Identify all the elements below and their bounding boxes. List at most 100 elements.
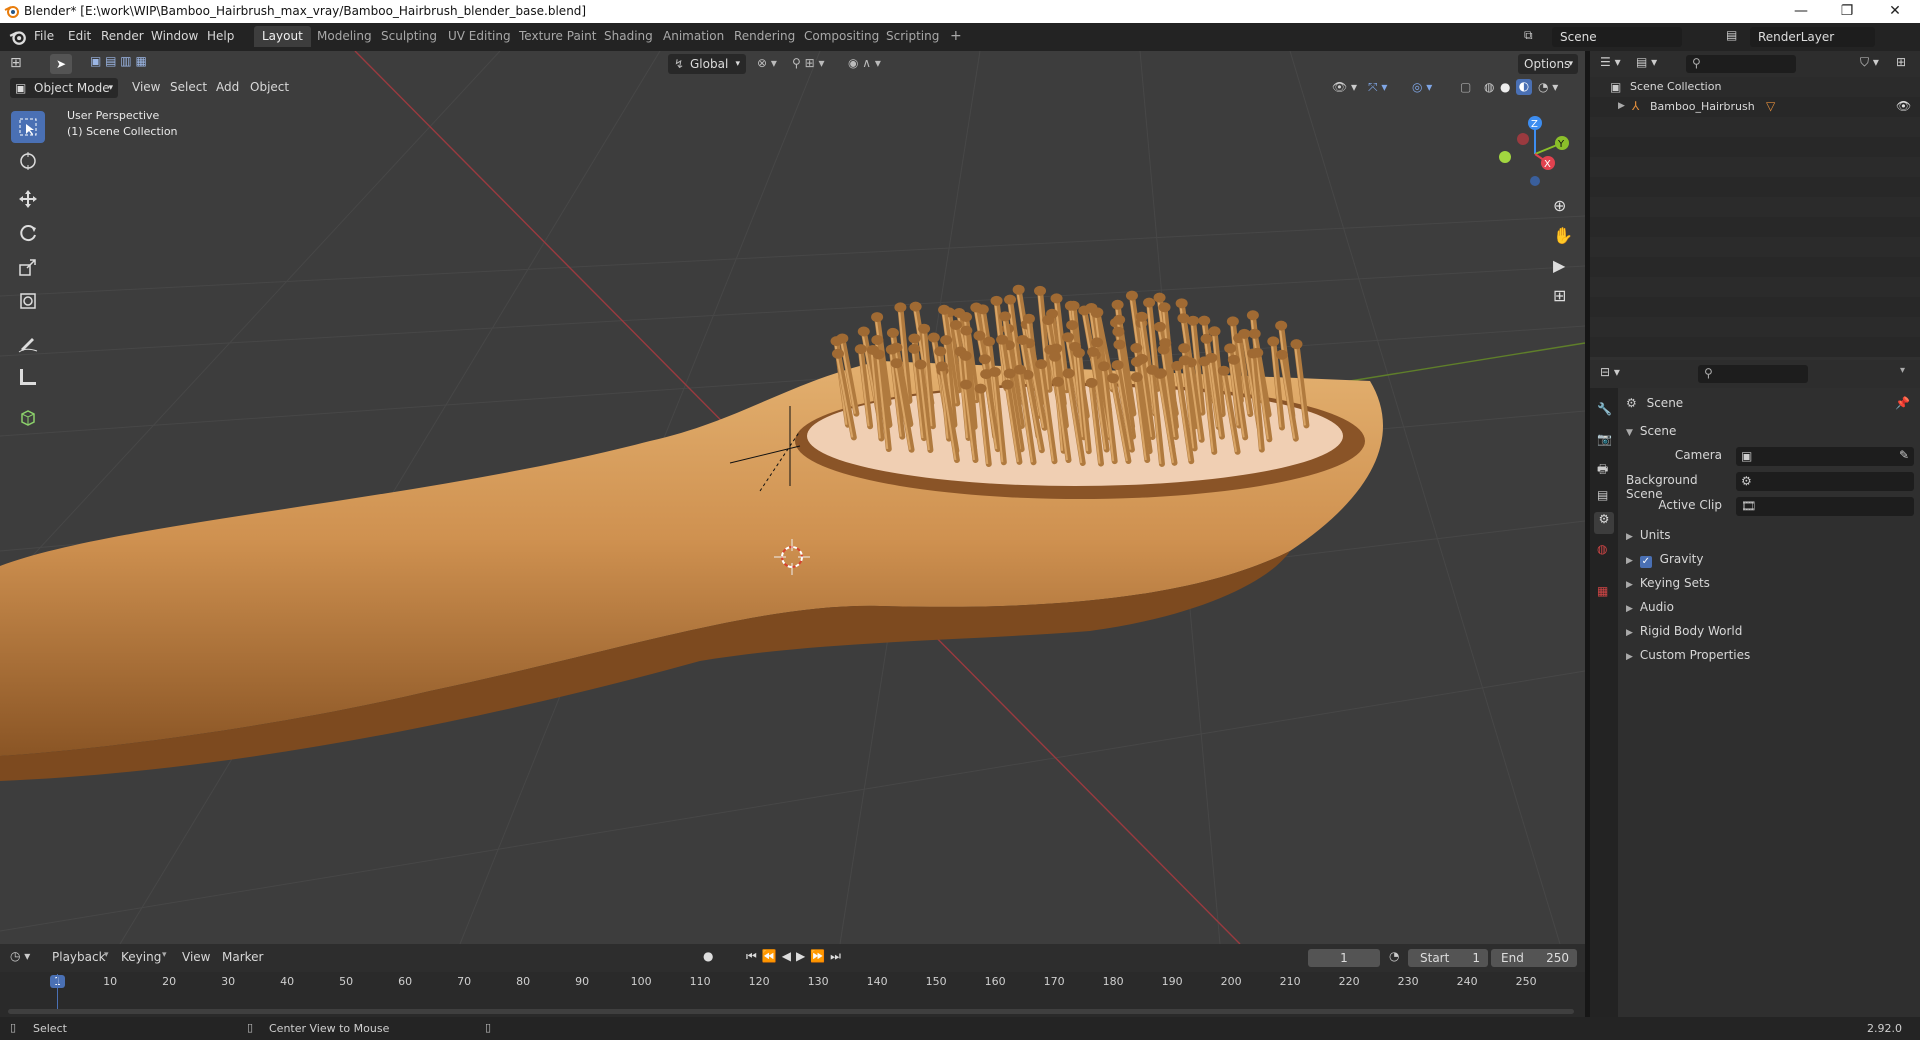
custom-properties-panel-header[interactable]: ▶ Custom Properties	[1626, 648, 1914, 668]
camera-field[interactable]: ▣ ✎	[1736, 447, 1914, 466]
tab-texture-paint[interactable]: Texture Paint	[511, 26, 604, 47]
viewport-menu-select[interactable]: Select	[170, 80, 207, 94]
menu-window[interactable]: Window	[151, 29, 198, 43]
view-layer-field[interactable]: RenderLayer	[1750, 27, 1875, 47]
timeline-menu-playback[interactable]: Playback	[52, 950, 106, 964]
pan-hand-icon[interactable]: ✋	[1553, 226, 1573, 245]
tab-animation[interactable]: Animation	[655, 26, 732, 47]
render-tab-icon[interactable]: 📷	[1597, 432, 1612, 446]
tool-select-box[interactable]	[11, 111, 45, 143]
tab-modeling[interactable]: Modeling	[309, 26, 380, 47]
tool-measure[interactable]	[11, 361, 45, 393]
visibility-eye-icon[interactable]: 👁	[1896, 99, 1911, 113]
timeline-ruler[interactable]: 1102030405060708090100110120130140150160…	[0, 972, 1585, 1017]
pin-icon[interactable]: 📌	[1895, 396, 1910, 410]
tab-sculpting[interactable]: Sculpting	[373, 26, 445, 47]
blender-menu-icon[interactable]	[9, 28, 27, 46]
new-collection-icon[interactable]: ⊞	[1896, 55, 1906, 69]
timeline-menu-keying[interactable]: Keying	[121, 950, 161, 964]
timeline-editor-type-icon[interactable]: ◷ ▾	[10, 949, 30, 963]
gravity-checkbox[interactable]: ✓	[1639, 556, 1652, 568]
viewport-menu-object[interactable]: Object	[250, 80, 289, 94]
xray-icon[interactable]: ▢	[1460, 80, 1471, 94]
pivot-icon[interactable]: ⊗ ▾	[757, 56, 777, 70]
navigation-gizmo[interactable]: Z Y X	[1490, 111, 1580, 201]
scene-selector-icon[interactable]: ⧉	[1524, 28, 1533, 43]
viewport-scene[interactable]	[0, 51, 1585, 944]
hairbrush-object[interactable]	[0, 284, 1384, 781]
world-tab-icon[interactable]: ◍	[1597, 542, 1607, 556]
display-mode-icon[interactable]: ▤ ▾	[1636, 55, 1657, 69]
gizmo-neg-z-handle[interactable]	[1530, 176, 1540, 186]
tab-layout[interactable]: Layout	[254, 26, 311, 47]
select-tool-icon[interactable]: ➤	[50, 54, 72, 74]
camera-view-icon[interactable]: ▶	[1553, 256, 1565, 275]
viewport-3d[interactable]: ⊞ ➤ ▣ ▤ ▥ ▦ ↯ Global ▾ ⊗ ▾ ⚲ ⊞ ▾ ◉ ∧ ▾ O…	[0, 51, 1585, 944]
tool-scale[interactable]	[11, 251, 45, 283]
tab-shading[interactable]: Shading	[596, 26, 661, 47]
units-panel-header[interactable]: ▶ Units	[1626, 528, 1914, 548]
viewport-menu-add[interactable]: Add	[216, 80, 239, 94]
end-frame-field[interactable]: End 250	[1491, 949, 1577, 967]
current-frame-field[interactable]: 1	[1308, 949, 1380, 967]
view-layer-tab-icon[interactable]: ▤	[1597, 488, 1608, 502]
rigid-body-world-panel-header[interactable]: ▶ Rigid Body World	[1626, 624, 1914, 644]
tool-rotate[interactable]	[11, 217, 45, 249]
output-tab-icon[interactable]: 🖶	[1597, 460, 1608, 481]
playback-controls[interactable]: ⏮⏪◀▶⏩⏭	[746, 949, 846, 964]
tab-scripting[interactable]: Scripting	[878, 26, 947, 47]
outliner-row-scene-collection[interactable]: ▣ Scene Collection	[1590, 77, 1920, 97]
menu-edit[interactable]: Edit	[68, 29, 91, 43]
view-layer-icon[interactable]: ▤	[1726, 28, 1737, 42]
mode-dropdown[interactable]: ▣ Object Mode ▾	[10, 78, 118, 98]
timeline-scrollbar[interactable]	[8, 1009, 1574, 1014]
outliner-row-bamboo-hairbrush[interactable]: ▶ ⅄ Bamboo_Hairbrush ▽ 👁	[1590, 97, 1920, 117]
snap-icon[interactable]: ⚲ ⊞ ▾	[792, 56, 825, 70]
texture-tab-icon[interactable]: ▦	[1597, 584, 1608, 598]
playhead-line[interactable]	[57, 974, 58, 1014]
tool-cursor[interactable]	[11, 145, 45, 177]
restore-button[interactable]: ❐	[1824, 0, 1870, 23]
menu-render[interactable]: Render	[101, 29, 144, 43]
viewport-menu-view[interactable]: View	[132, 80, 160, 94]
properties-search-field[interactable]: ⚲	[1698, 365, 1808, 383]
scene-panel-header[interactable]: ▼ Scene	[1626, 424, 1914, 444]
chevron-down-icon[interactable]: ▾	[1900, 365, 1905, 376]
visibility-icon[interactable]: 👁 ▾	[1332, 80, 1357, 94]
shading-material-icon[interactable]: ◐	[1516, 79, 1532, 95]
select-mode-icons[interactable]: ▣ ▤ ▥ ▦	[90, 54, 147, 68]
perspective-toggle-icon[interactable]: ⊞	[1553, 286, 1566, 305]
gizmo-toggle-icon[interactable]: ⤧ ▾	[1368, 80, 1387, 95]
gravity-panel-header[interactable]: ▶ ✓ Gravity	[1626, 552, 1914, 572]
tool-move[interactable]	[11, 183, 45, 215]
expand-arrow-icon[interactable]: ▶	[1618, 101, 1625, 111]
tab-compositing[interactable]: Compositing	[796, 26, 887, 47]
shading-wireframe-icon[interactable]: ◍	[1484, 80, 1494, 94]
timeline-menu-view[interactable]: View	[182, 950, 210, 964]
options-dropdown[interactable]: Options ▾	[1518, 54, 1578, 74]
scene-tab-icon[interactable]: ⚙	[1594, 512, 1614, 534]
editor-type-icon[interactable]: ⊞	[10, 55, 22, 71]
orientation-dropdown[interactable]: ↯ Global ▾	[668, 54, 746, 74]
add-workspace-button[interactable]: +	[942, 26, 970, 47]
tool-annotate[interactable]	[11, 327, 45, 359]
shading-rendered-icon[interactable]: ◔ ▾	[1538, 80, 1558, 94]
auto-keying-record-icon[interactable]: ●	[703, 949, 713, 963]
properties-editor-type-icon[interactable]: ⊟ ▾	[1600, 365, 1620, 379]
shading-solid-icon[interactable]: ●	[1500, 80, 1510, 94]
tool-tab-icon[interactable]: 🔧	[1597, 402, 1612, 416]
overlay-toggle-icon[interactable]: ◎ ▾	[1412, 80, 1432, 94]
start-frame-field[interactable]: Start 1	[1408, 949, 1488, 967]
timeline-menu-marker[interactable]: Marker	[222, 950, 263, 964]
preview-range-clock-icon[interactable]: ◔	[1389, 949, 1399, 963]
menu-help[interactable]: Help	[207, 29, 234, 43]
outliner-editor-type-icon[interactable]: ☰ ▾	[1600, 55, 1621, 69]
scene-name-field[interactable]: Scene	[1552, 27, 1682, 47]
tab-rendering[interactable]: Rendering	[726, 26, 803, 47]
active-clip-field[interactable]: 🎞	[1736, 497, 1914, 516]
zoom-icon[interactable]: ⊕	[1553, 196, 1566, 215]
outliner-search-field[interactable]: ⚲	[1686, 55, 1796, 73]
proportional-edit-icon[interactable]: ◉ ∧ ▾	[848, 56, 881, 70]
background-scene-field[interactable]: ⚙	[1736, 472, 1914, 491]
gizmo-neg-x-handle[interactable]	[1517, 133, 1529, 145]
